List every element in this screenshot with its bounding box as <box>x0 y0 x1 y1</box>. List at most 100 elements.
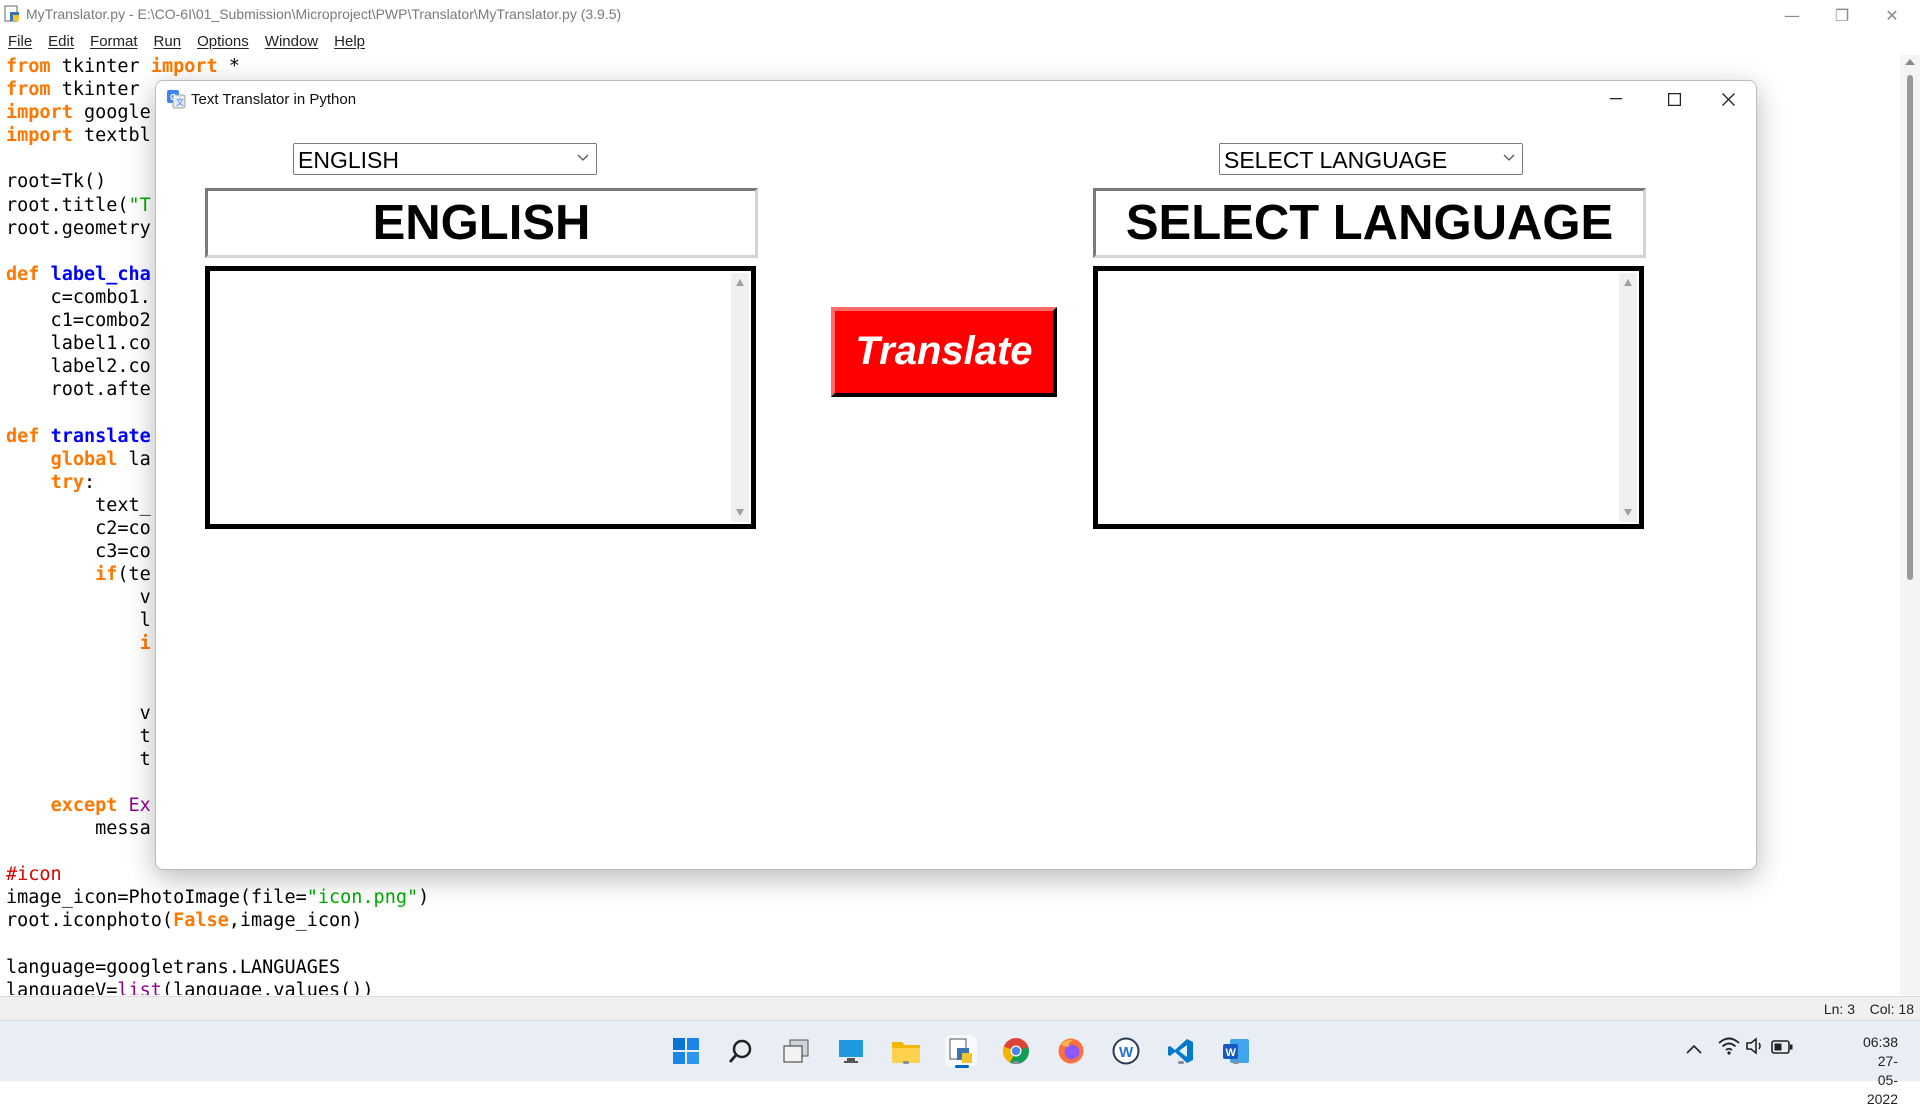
code-line: languageV=list(language.values()) <box>6 979 1896 995</box>
code-token: import <box>6 102 73 124</box>
code-token: label1.co <box>6 333 151 355</box>
word-icon[interactable]: W <box>1220 1035 1252 1067</box>
translator-window: G 文 Text Translator in Python ENGLISH SE… <box>155 80 1757 870</box>
code-token: Ex <box>128 795 151 816</box>
maximize-icon <box>1667 92 1681 106</box>
scrollbar-thumb[interactable] <box>1907 75 1913 580</box>
code-token: root.title( <box>6 194 129 216</box>
code-token: #icon <box>6 864 62 886</box>
windows-start-icon[interactable] <box>670 1035 702 1067</box>
code-token: global <box>50 448 118 470</box>
menu-file[interactable]: File <box>0 30 40 54</box>
source-language-label: ENGLISH <box>205 188 758 258</box>
python-file-icon <box>4 5 19 22</box>
code-token: import <box>6 125 73 147</box>
chevron-up-icon[interactable] <box>1686 1039 1702 1058</box>
idle-restore-button[interactable]: ❐ <box>1814 0 1870 30</box>
code-token: * <box>217 56 240 77</box>
vscode-icon[interactable] <box>1165 1035 1197 1067</box>
scroll-up-arrow-icon[interactable] <box>1624 279 1632 286</box>
chevron-down-icon <box>1503 154 1515 161</box>
target-language-label: SELECT LANGUAGE <box>1093 188 1646 258</box>
code-token: messa <box>6 818 151 840</box>
menu-bar: File Edit Format Run Options Window Help <box>0 30 1920 54</box>
code-token: "icon.png" <box>306 887 419 909</box>
code-token: ,image_icon) <box>228 910 363 932</box>
code-token: label_cha <box>50 263 151 285</box>
code-token: label2.co <box>6 356 151 378</box>
target-language-value: SELECT LANGUAGE <box>1224 147 1448 173</box>
google-translate-icon: G 文 <box>167 90 186 109</box>
code-token: (language.values()) <box>161 979 374 995</box>
translator-title-bar: G 文 Text Translator in Python <box>156 81 1756 117</box>
code-token: la <box>117 448 151 470</box>
target-text-scrollbar[interactable] <box>1619 273 1637 522</box>
idle-close-button[interactable]: ✕ <box>1864 0 1920 30</box>
code-token: c3=co <box>6 540 151 562</box>
chrome-icon[interactable] <box>1000 1035 1032 1067</box>
idle-window-title: MyTranslator.py - E:\CO-6I\01_Submission… <box>26 6 622 22</box>
translator-maximize-button[interactable] <box>1646 81 1702 117</box>
wifi-icon[interactable] <box>1718 1037 1740 1059</box>
code-token: root.iconphoto( <box>6 910 174 932</box>
task-view-icon[interactable] <box>780 1035 812 1067</box>
code-token: list <box>117 979 162 995</box>
desktop-icon[interactable] <box>835 1035 867 1067</box>
code-token: False <box>173 910 229 932</box>
code-token: def <box>6 425 40 447</box>
menu-format[interactable]: Format <box>82 30 146 54</box>
scroll-up-arrow-icon[interactable] <box>1905 59 1915 65</box>
code-token: language=googletrans.LANGUAGES <box>6 956 341 978</box>
status-bar: Ln: 3 Col: 18 <box>0 996 1920 1021</box>
code-token: from <box>6 56 51 77</box>
menu-edit[interactable]: Edit <box>40 30 82 54</box>
source-language-combobox[interactable]: ENGLISH <box>293 143 597 175</box>
target-text-box[interactable] <box>1093 266 1644 529</box>
code-line: language=googletrans.LANGUAGES <box>6 956 1896 979</box>
code-token: ) <box>418 887 430 909</box>
menu-help[interactable]: Help <box>326 30 373 54</box>
clock-date: 27-05-2022 <box>1866 1053 1898 1107</box>
translate-button[interactable]: Translate <box>831 307 1057 397</box>
code-token: l <box>6 610 151 632</box>
editor-scrollbar[interactable] <box>1900 55 1920 995</box>
clock[interactable]: 06:38 27-05-2022 <box>1863 1033 1898 1109</box>
code-token: c1=combo2 <box>6 310 151 332</box>
status-line: Ln: 3 <box>1823 1001 1855 1017</box>
code-token: v <box>6 702 151 724</box>
idle-python-icon[interactable] <box>945 1035 977 1068</box>
firefox-icon[interactable] <box>1055 1035 1087 1067</box>
code-token: root=Tk() <box>6 171 107 193</box>
code-token: try <box>50 471 84 493</box>
search-icon[interactable] <box>725 1035 757 1067</box>
translator-minimize-button[interactable] <box>1588 81 1644 117</box>
menu-run[interactable]: Run <box>146 30 190 54</box>
menu-options[interactable]: Options <box>189 30 257 54</box>
battery-icon[interactable] <box>1771 1039 1793 1058</box>
code-token: except <box>50 795 118 816</box>
app-icon[interactable]: W <box>1110 1035 1142 1067</box>
target-language-combobox[interactable]: SELECT LANGUAGE <box>1219 143 1523 175</box>
source-text-box[interactable] <box>205 266 756 529</box>
code-token: tkinter <box>50 56 151 77</box>
scroll-down-arrow-icon[interactable] <box>1624 509 1632 516</box>
source-text-scrollbar[interactable] <box>731 273 749 522</box>
code-line: root.iconphoto(False,image_icon) <box>6 909 1896 932</box>
idle-minimize-button[interactable]: — <box>1764 0 1820 30</box>
translator-close-button[interactable] <box>1700 81 1756 117</box>
code-token: languageV= <box>6 979 118 995</box>
menu-window[interactable]: Window <box>257 30 326 54</box>
translator-window-title: Text Translator in Python <box>191 91 357 108</box>
file-explorer-icon[interactable] <box>890 1035 922 1067</box>
code-line: image_icon=PhotoImage(file="icon.png") <box>6 886 1896 909</box>
volume-icon[interactable] <box>1745 1037 1765 1059</box>
scroll-up-arrow-icon[interactable] <box>736 279 744 286</box>
code-token: translate <box>50 425 151 447</box>
svg-text:W: W <box>1226 1047 1237 1059</box>
scroll-down-arrow-icon[interactable] <box>736 509 744 516</box>
